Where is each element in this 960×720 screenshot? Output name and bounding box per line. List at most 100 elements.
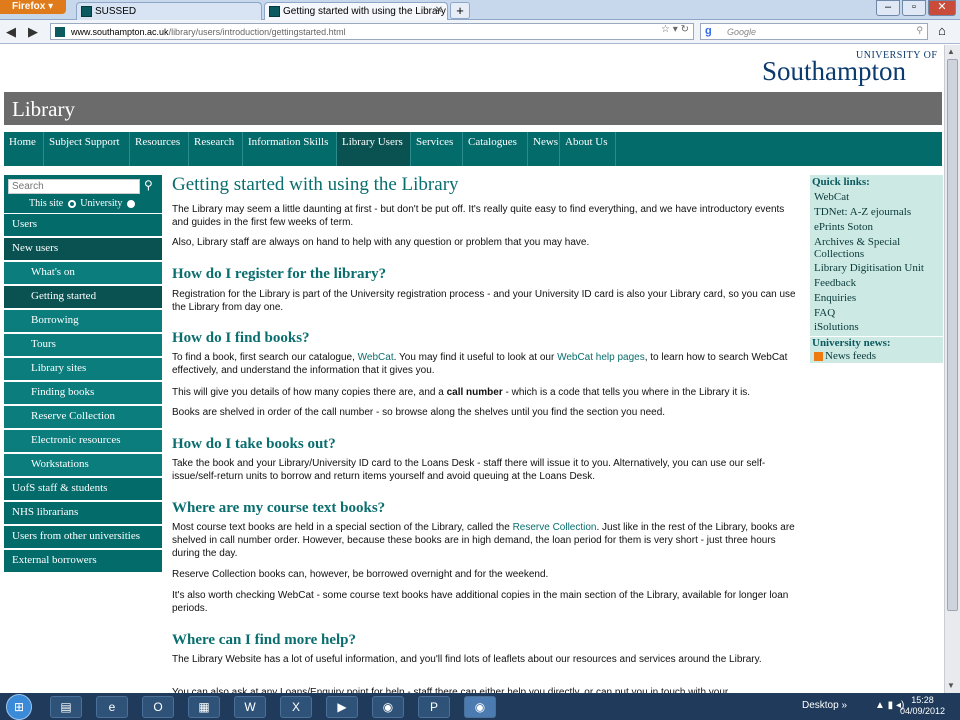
media-player-icon[interactable]: ▶ <box>326 696 358 718</box>
quick-link-enquiries[interactable]: Enquiries <box>814 292 856 304</box>
quick-link-digitisation[interactable]: Library Digitisation Unit <box>814 262 924 274</box>
quick-link-isolutions[interactable]: iSolutions <box>814 321 859 333</box>
sidebar-item-electronic-resources[interactable]: Electronic resources <box>4 430 162 453</box>
scroll-up-icon[interactable]: ▲ <box>947 47 955 56</box>
rss-icon <box>814 351 823 361</box>
search-engine-box[interactable]: g Google ⚲ <box>700 23 928 40</box>
sidebar-item-tours[interactable]: Tours <box>4 334 162 357</box>
nav-services[interactable]: Services <box>411 132 463 166</box>
nav-label: Library Users <box>342 136 403 148</box>
desktop-toolbar[interactable]: Desktop » <box>802 700 847 711</box>
minimize-window-button[interactable]: – <box>876 0 900 16</box>
sidebar-item-external-borrowers[interactable]: External borrowers <box>4 550 162 573</box>
scope-university-radio[interactable] <box>126 199 135 208</box>
internet-explorer-icon[interactable]: e <box>96 696 128 718</box>
reload-icon[interactable]: ↻ <box>681 24 689 35</box>
tab-getting-started[interactable]: Getting started with using the Library .… <box>264 2 448 20</box>
new-tab-button[interactable]: + <box>450 2 470 19</box>
powerpoint-icon[interactable]: P <box>418 696 450 718</box>
sidebar-item-label: UofS staff & students <box>12 482 108 494</box>
webcat-help-link[interactable]: WebCat help pages <box>557 352 645 363</box>
sidebar-item-workstations[interactable]: Workstations <box>4 454 162 477</box>
help-paragraph-2: You can also ask at any Loans/Enquiry po… <box>172 687 729 693</box>
nav-resources[interactable]: Resources <box>130 132 189 166</box>
sidebar-item-whats-on[interactable]: What's on <box>4 262 162 285</box>
scope-this-site-label: This site <box>29 198 64 209</box>
sidebar-item-other-universities[interactable]: Users from other universities <box>4 526 162 549</box>
search-input[interactable] <box>8 179 140 194</box>
sidebar-item-finding-books[interactable]: Finding books <box>4 382 162 405</box>
close-tab-icon[interactable]: ✕ <box>435 5 443 16</box>
sidebar-item-label: Borrowing <box>31 314 79 326</box>
sidebar-item-nhs-librarians[interactable]: NHS librarians <box>4 502 162 525</box>
windows-taskbar: ⊞ ▤ e O ▦ W X ▶ ◉ P ◉ Desktop » ▲ ▮ ◂) 1… <box>0 693 960 720</box>
outlook-icon[interactable]: O <box>142 696 174 718</box>
word-icon[interactable]: W <box>234 696 266 718</box>
firefox-active-icon[interactable]: ◉ <box>464 696 496 718</box>
search-engine-placeholder: Google <box>727 27 757 37</box>
sidebar-item-label: External borrowers <box>12 554 97 566</box>
url-bar[interactable]: www.southampton.ac.uk/library/users/intr… <box>50 23 694 40</box>
scope-university-label: University <box>80 198 123 209</box>
quick-link-eprints[interactable]: ePrints Soton <box>814 221 873 233</box>
sidebar-item-library-sites[interactable]: Library sites <box>4 358 162 381</box>
scrollbar-thumb[interactable] <box>947 59 958 611</box>
quick-link-tdnet[interactable]: TDNet: A-Z ejournals <box>814 206 911 218</box>
forward-arrow-icon[interactable]: ▶ <box>28 22 38 42</box>
find-text: . You may find it useful to look at our <box>393 352 555 363</box>
sidebar-item-uofs-staff[interactable]: UofS staff & students <box>4 478 162 501</box>
explorer-icon[interactable]: ▤ <box>50 696 82 718</box>
scope-this-site-radio[interactable] <box>67 199 76 208</box>
firefox-icon[interactable]: ◉ <box>372 696 404 718</box>
bookmark-star-icon[interactable]: ☆ <box>661 24 670 35</box>
quick-link-archives[interactable]: Archives & Special <box>814 236 900 248</box>
nav-subject-support[interactable]: Subject Support <box>44 132 130 166</box>
dropdown-arrow-icon[interactable]: ▾ <box>673 24 678 35</box>
home-icon[interactable]: ⌂ <box>938 23 946 38</box>
sidebar-item-new-users[interactable]: New users <box>4 238 162 261</box>
sidebar-item-borrowing[interactable]: Borrowing <box>4 310 162 333</box>
quick-link-collections[interactable]: Collections <box>814 248 864 260</box>
library-banner: Library <box>4 92 942 125</box>
nav-about-us[interactable]: About Us <box>560 132 616 166</box>
heading-register: How do I register for the library? <box>172 266 387 282</box>
excel-icon[interactable]: X <box>280 696 312 718</box>
sidebar-item-reserve-collection[interactable]: Reserve Collection <box>4 406 162 429</box>
webcat-link[interactable]: WebCat <box>358 352 394 363</box>
nav-label: Home <box>9 136 36 148</box>
restore-window-button[interactable]: ▫ <box>902 0 926 16</box>
scroll-down-icon[interactable]: ▼ <box>947 681 955 690</box>
nav-information-skills[interactable]: Information Skills <box>243 132 337 166</box>
shelving-paragraph: Books are shelved in order of the call n… <box>172 407 666 418</box>
quick-link-faq[interactable]: FAQ <box>814 307 835 319</box>
news-feeds-link[interactable]: News feeds <box>814 350 876 362</box>
call-text: This will give you details of how many c… <box>172 387 444 398</box>
sidebar-item-label: Workstations <box>31 458 89 470</box>
reserve-collection-link[interactable]: Reserve Collection <box>513 522 597 533</box>
nav-home[interactable]: Home <box>4 132 44 166</box>
nav-catalogues[interactable]: Catalogues <box>463 132 528 166</box>
document-icon[interactable]: ▦ <box>188 696 220 718</box>
logo-southampton: Southampton <box>762 56 907 86</box>
system-clock[interactable]: 15:28 04/09/2012 <box>900 695 945 717</box>
nav-news[interactable]: News <box>528 132 560 166</box>
quick-link-feedback[interactable]: Feedback <box>814 277 856 289</box>
start-button-icon[interactable]: ⊞ <box>6 694 32 720</box>
course-texts-paragraph: Most course text books are held in a spe… <box>172 521 800 560</box>
register-paragraph: Registration for the Library is part of … <box>172 289 796 313</box>
sidebar-item-users[interactable]: Users <box>4 214 162 237</box>
quick-link-webcat[interactable]: WebCat <box>814 191 849 203</box>
close-window-button[interactable]: ✕ <box>928 0 956 16</box>
search-icon[interactable]: ⚲ <box>144 178 153 193</box>
sidebar-item-getting-started[interactable]: Getting started <box>4 286 162 309</box>
course-text: Most course text books are held in a spe… <box>172 522 510 533</box>
help-paragraph: The Library Website has a lot of useful … <box>172 654 762 665</box>
overnight-paragraph: Reserve Collection books can, however, b… <box>172 569 549 580</box>
search-go-icon[interactable]: ⚲ <box>916 25 923 36</box>
tab-sussed[interactable]: SUSSED <box>76 2 262 20</box>
back-arrow-icon[interactable]: ◀ <box>6 22 16 42</box>
nav-research[interactable]: Research <box>189 132 243 166</box>
firefox-menu-button[interactable]: Firefox ▾ <box>0 0 66 14</box>
page-scrollbar[interactable]: ▲ ▼ <box>944 45 960 693</box>
nav-library-users[interactable]: Library Users <box>337 132 411 166</box>
